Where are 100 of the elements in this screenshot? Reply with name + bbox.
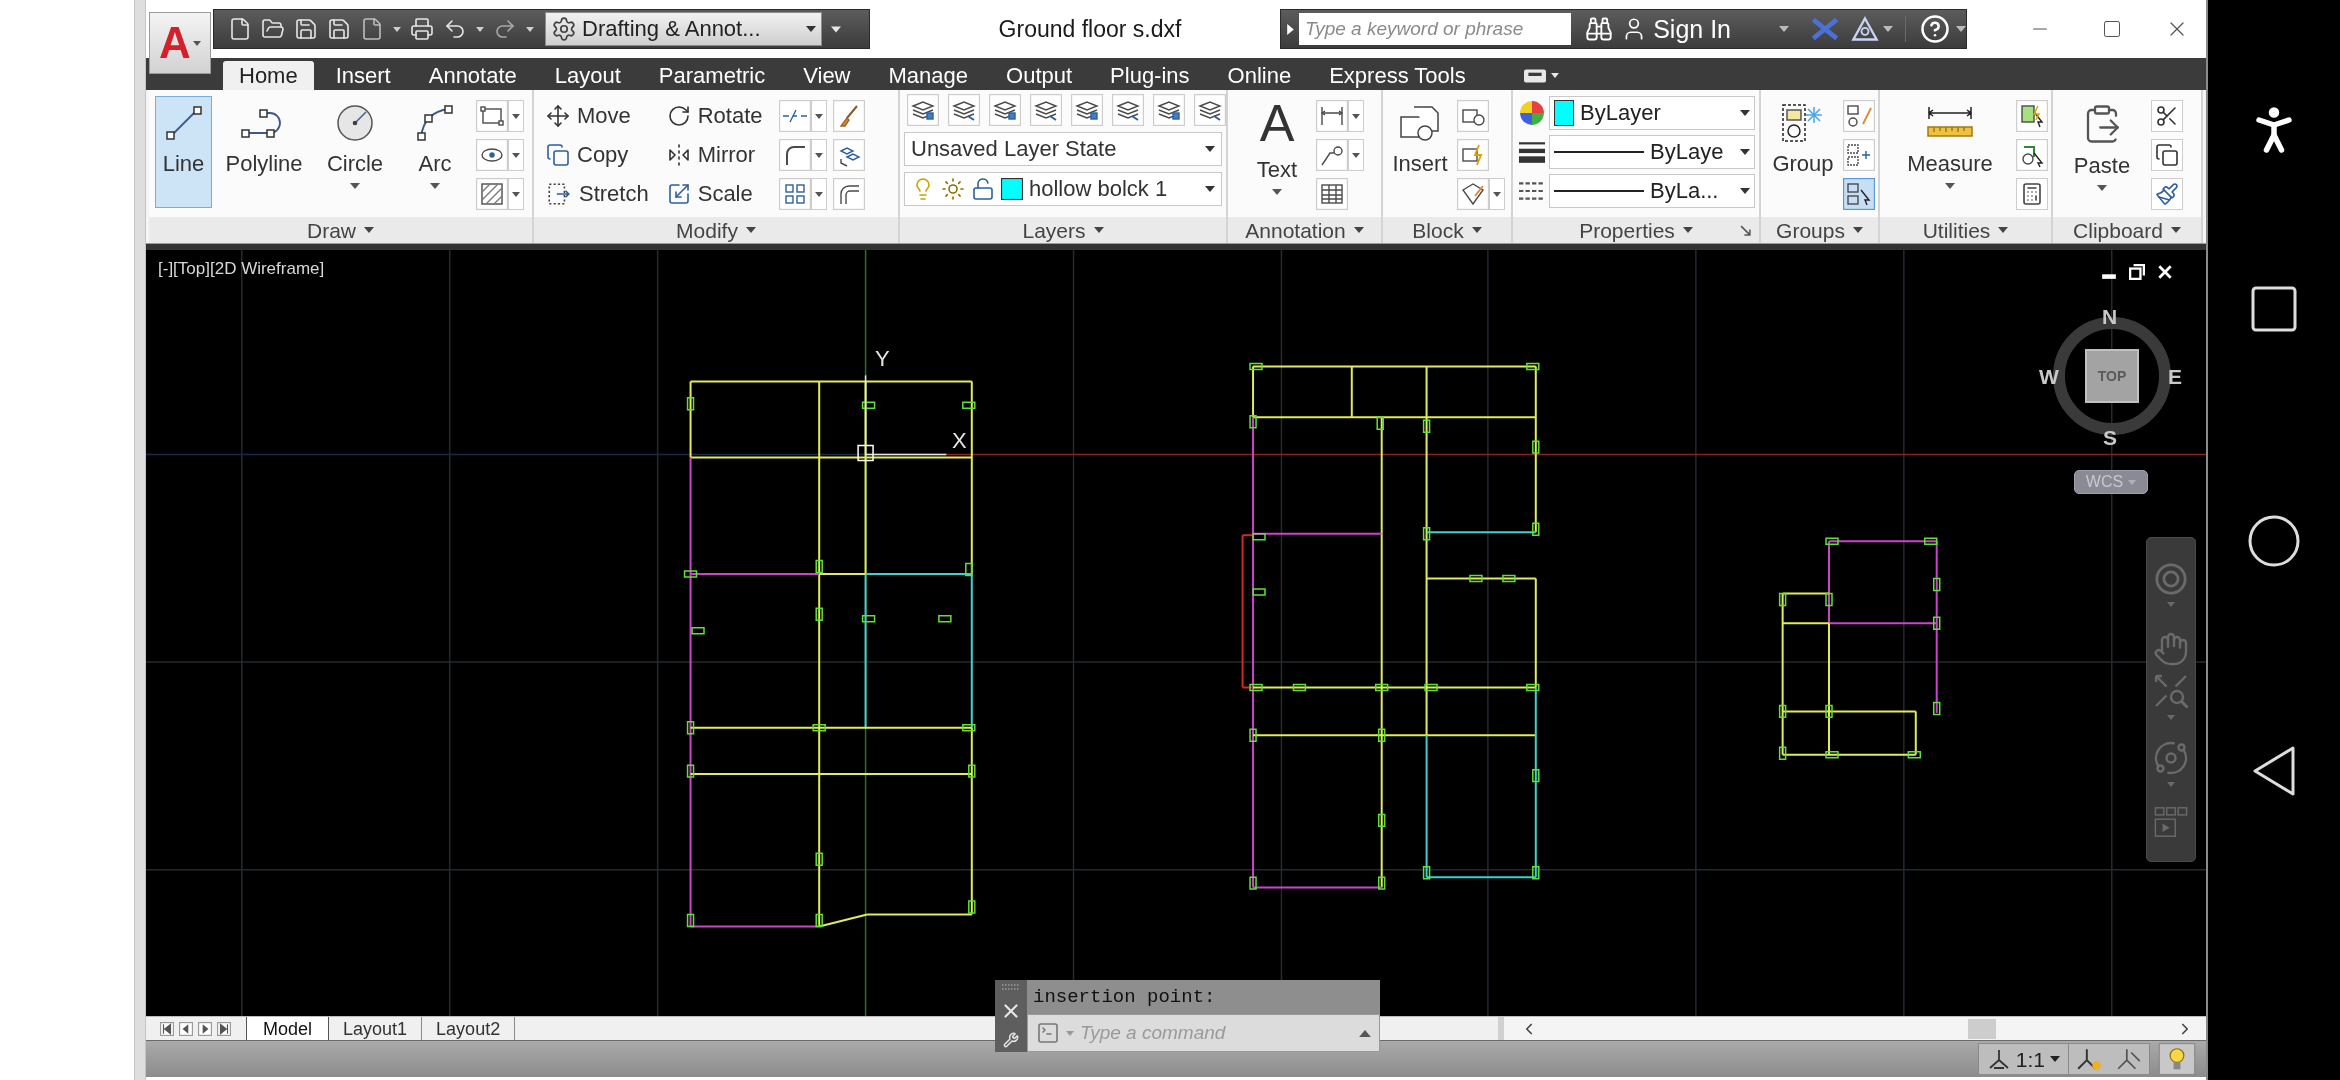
dimension-icon[interactable] bbox=[1316, 99, 1348, 132]
ribbon-tab[interactable]: Manage bbox=[872, 61, 985, 90]
maximize-icon[interactable] bbox=[2102, 19, 2122, 39]
caret-icon[interactable] bbox=[1348, 138, 1364, 171]
caret-icon[interactable] bbox=[476, 26, 484, 32]
copy-button[interactable]: Copy bbox=[546, 135, 649, 174]
first-tab-icon[interactable] bbox=[160, 1021, 174, 1036]
ribbon-tab[interactable]: Plug-ins bbox=[1094, 61, 1206, 90]
copy-icon[interactable] bbox=[2151, 138, 2183, 171]
save-as-icon[interactable] bbox=[327, 17, 351, 41]
ribbon-tab[interactable]: Output bbox=[990, 61, 1089, 90]
caret-icon[interactable] bbox=[1489, 177, 1505, 210]
search-field[interactable]: Type a keyword or phrase bbox=[1299, 13, 1572, 45]
ribbon-tab[interactable]: Express Tools bbox=[1313, 61, 1482, 90]
line-button[interactable]: Line bbox=[155, 96, 212, 208]
quick-select-icon[interactable] bbox=[2016, 99, 2048, 132]
last-tab-icon[interactable] bbox=[217, 1021, 231, 1036]
layers-icon[interactable] bbox=[1071, 94, 1103, 126]
help-icon[interactable] bbox=[1920, 14, 1950, 44]
caret-icon[interactable] bbox=[393, 26, 401, 32]
home-icon[interactable] bbox=[2248, 515, 2300, 567]
ribbon-tab[interactable]: Online bbox=[1211, 61, 1308, 90]
array-icon[interactable] bbox=[778, 177, 811, 210]
caret-icon[interactable] bbox=[508, 99, 524, 132]
redo-icon[interactable] bbox=[493, 17, 517, 41]
new-file-icon[interactable] bbox=[228, 17, 252, 41]
insert-button[interactable]: Insert bbox=[1387, 96, 1453, 208]
layers-icon[interactable] bbox=[948, 94, 980, 126]
lineweight-dropdown[interactable]: ByLaye bbox=[1549, 135, 1755, 169]
ribbon-tab[interactable]: Home bbox=[223, 61, 314, 90]
brush-icon[interactable] bbox=[832, 99, 865, 132]
caret-icon[interactable] bbox=[526, 26, 534, 32]
annotation-scale-button[interactable]: 1:1 bbox=[1978, 1044, 2069, 1074]
calculator-icon[interactable] bbox=[2016, 177, 2048, 210]
stretch-button[interactable]: Stretch bbox=[546, 174, 649, 213]
undo-icon[interactable] bbox=[443, 17, 467, 41]
layer-state-dropdown[interactable]: Unsaved Layer State bbox=[904, 132, 1222, 166]
dialog-launcher-icon[interactable] bbox=[1740, 225, 1751, 236]
layers-icon[interactable] bbox=[1194, 94, 1226, 126]
select-similar-icon[interactable] bbox=[2016, 138, 2048, 171]
rotate-button[interactable]: Rotate bbox=[666, 96, 763, 135]
create-block-icon[interactable] bbox=[1457, 99, 1489, 132]
print-icon[interactable] bbox=[410, 17, 434, 41]
application-button[interactable]: A bbox=[149, 12, 211, 74]
ungroup-icon[interactable] bbox=[1843, 99, 1875, 132]
panel-toggle-icon[interactable] bbox=[1523, 68, 1546, 83]
close-icon[interactable] bbox=[2157, 264, 2173, 280]
group-edit-icon[interactable] bbox=[1843, 138, 1875, 171]
layers-icon[interactable] bbox=[1112, 94, 1144, 126]
text-button[interactable]: A Text bbox=[1240, 96, 1314, 208]
search-icon[interactable] bbox=[1585, 15, 1614, 43]
ribbon-tab[interactable]: Parametric bbox=[642, 61, 782, 90]
panel-title-button[interactable]: Modify bbox=[676, 219, 756, 241]
recent-apps-icon[interactable] bbox=[2251, 286, 2297, 332]
caret-icon[interactable] bbox=[1883, 26, 1894, 32]
edit-attribute-icon[interactable] bbox=[1457, 177, 1489, 210]
move-button[interactable]: Move bbox=[546, 96, 649, 135]
caret-icon[interactable] bbox=[508, 138, 524, 171]
caret-icon[interactable] bbox=[810, 138, 827, 171]
table-icon[interactable] bbox=[1316, 177, 1348, 210]
color-dropdown[interactable]: ByLayer bbox=[1549, 96, 1755, 130]
scrollbar-thumb[interactable] bbox=[1968, 1018, 1996, 1039]
arc-button[interactable]: Arc bbox=[400, 96, 470, 208]
model-tab[interactable]: Model bbox=[246, 1017, 330, 1040]
match-properties-icon[interactable] bbox=[2151, 177, 2183, 210]
caret-icon[interactable] bbox=[831, 25, 841, 33]
scale-button[interactable]: Scale bbox=[666, 174, 763, 213]
horizontal-scrollbar[interactable] bbox=[1498, 1017, 2206, 1040]
mirror-button[interactable]: Mirror bbox=[666, 135, 763, 174]
wrench-icon[interactable] bbox=[1003, 1032, 1019, 1048]
explode-icon[interactable] bbox=[832, 138, 865, 171]
caret-icon[interactable] bbox=[508, 177, 524, 210]
command-line-handle[interactable] bbox=[995, 980, 1027, 1052]
history-arrow-icon[interactable] bbox=[1359, 1029, 1371, 1037]
layers-icon[interactable] bbox=[1030, 94, 1062, 126]
cut-icon[interactable] bbox=[2151, 99, 2183, 132]
annotation-visibility-icon[interactable] bbox=[2076, 1046, 2102, 1072]
command-input[interactable]: Type a command bbox=[1080, 1018, 1353, 1048]
caret-icon[interactable] bbox=[1779, 26, 1790, 32]
previous-tab-icon[interactable] bbox=[179, 1021, 193, 1036]
leader-icon[interactable] bbox=[1316, 138, 1348, 171]
layers-icon[interactable] bbox=[1153, 94, 1185, 126]
triangle-icon[interactable] bbox=[1851, 16, 1880, 42]
open-folder-icon[interactable] bbox=[261, 17, 285, 41]
hatch-icon[interactable] bbox=[476, 177, 508, 210]
ribbon-tab[interactable]: Insert bbox=[319, 61, 407, 90]
circle-button[interactable]: Circle bbox=[316, 96, 394, 208]
paste-button[interactable]: Paste bbox=[2063, 96, 2141, 208]
autoscale-icon[interactable] bbox=[2116, 1046, 2142, 1072]
sign-in-button[interactable]: Sign In bbox=[1621, 16, 1732, 42]
expand-arrow-icon[interactable] bbox=[1287, 23, 1294, 35]
next-tab-icon[interactable] bbox=[198, 1021, 212, 1036]
ribbon-tab[interactable]: Layout bbox=[538, 61, 637, 90]
ribbon-tab[interactable]: Annotate bbox=[412, 61, 533, 90]
group-selection-icon[interactable] bbox=[1843, 177, 1875, 210]
grip-icon[interactable] bbox=[1000, 984, 1022, 990]
caret-icon[interactable] bbox=[810, 99, 827, 132]
measure-button[interactable]: Measure bbox=[1902, 96, 1998, 208]
workspace-dropdown[interactable]: Drafting & Annot... bbox=[545, 12, 822, 46]
offset-icon[interactable] bbox=[832, 177, 865, 210]
